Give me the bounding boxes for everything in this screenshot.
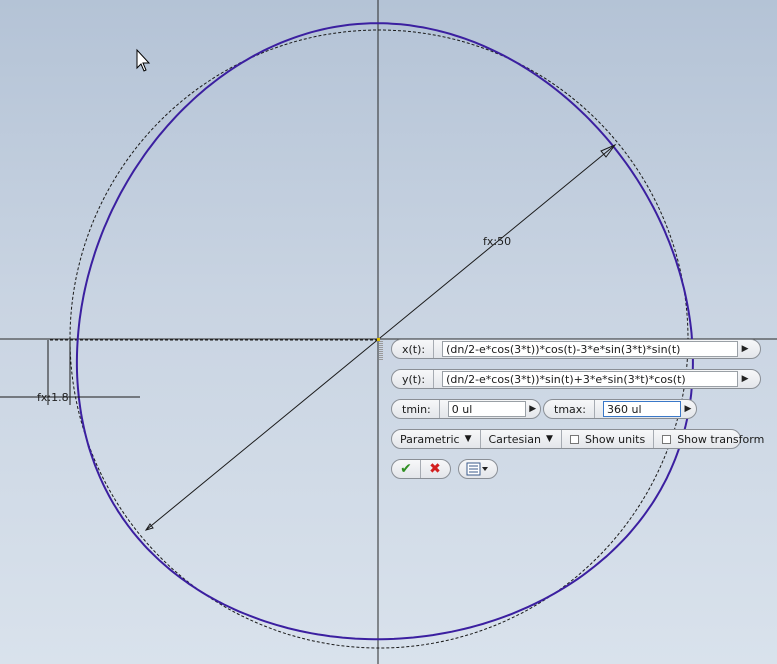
parametric-curve[interactable] — [75, 22, 694, 641]
tmax-input[interactable]: 360 ul — [603, 401, 681, 417]
show-transform-label: Show transform — [677, 432, 765, 446]
tmin-input[interactable]: 0 ul — [447, 401, 526, 417]
equation-type-dropdown[interactable]: Parametric ▼ — [392, 430, 481, 448]
chevron-down-icon: ▼ — [546, 434, 553, 444]
x-equation-input[interactable]: (dn/2-e*cos(3*t))*cos(t)-3*e*sin(3*t)*si… — [442, 341, 739, 357]
tmin-arrow-icon[interactable]: ▶ — [526, 399, 540, 419]
tmin-label: tmin: — [392, 400, 440, 418]
dimension-label-diameter[interactable]: fx:50 — [483, 235, 511, 248]
tmax-group: tmax: 360 ul ▶ — [543, 399, 697, 419]
dimension-label-offset[interactable]: fx:1.8 — [37, 391, 69, 404]
y-equation-input[interactable]: (dn/2-e*cos(3*t))*sin(t)+3*e*sin(3*t)*co… — [442, 371, 739, 387]
chevron-down-icon: ▼ — [464, 434, 472, 444]
sketch-canvas[interactable]: fx:50 fx:1.8 — [0, 0, 777, 664]
options-menu-button[interactable] — [458, 459, 498, 479]
options-bar: Parametric ▼ Cartesian ▼ Show units Show… — [391, 429, 764, 449]
checkmark-icon[interactable]: ✔ — [392, 460, 421, 478]
x-icon[interactable]: ✖ — [421, 460, 449, 478]
list-options-icon — [466, 462, 488, 476]
x-expand-arrow-icon[interactable]: ▶ — [738, 339, 752, 359]
y-label: y(t): — [392, 370, 435, 388]
equation-type-label: Parametric — [400, 432, 460, 446]
diameter-dimension-line[interactable] — [145, 144, 616, 531]
origin-point[interactable] — [377, 338, 380, 341]
show-transform-toggle[interactable]: Show transform — [654, 430, 772, 448]
x-equation-row: x(t): (dn/2-e*cos(3*t))*cos(t)-3*e*sin(3… — [391, 339, 761, 359]
coordinate-system-dropdown[interactable]: Cartesian ▼ — [481, 430, 562, 448]
show-units-checkbox[interactable] — [569, 434, 579, 444]
tmin-group: tmin: 0 ul ▶ — [391, 399, 541, 419]
show-units-toggle[interactable]: Show units — [562, 430, 655, 448]
show-units-label: Show units — [584, 432, 646, 446]
y-expand-arrow-icon[interactable]: ▶ — [738, 369, 752, 389]
ok-cancel-group: ✔ ✖ — [391, 459, 451, 479]
show-transform-checkbox[interactable] — [662, 434, 672, 444]
x-label: x(t): — [392, 340, 435, 358]
tmax-label: tmax: — [544, 400, 595, 418]
y-equation-row: y(t): (dn/2-e*cos(3*t))*sin(t)+3*e*sin(3… — [391, 369, 761, 389]
tmax-arrow-icon[interactable]: ▶ — [681, 399, 695, 419]
coordinate-system-label: Cartesian — [488, 432, 542, 446]
mouse-pointer-icon — [136, 48, 151, 72]
